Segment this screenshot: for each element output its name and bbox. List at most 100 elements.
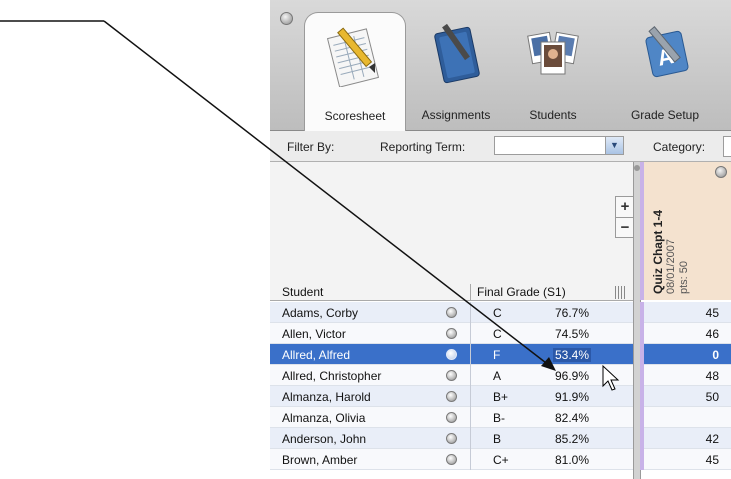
student-name: Allred, Christopher	[282, 369, 382, 383]
toolbar-collapse-button[interactable]	[280, 12, 293, 25]
final-grade-cell[interactable]: A 96.9%	[470, 365, 633, 386]
grade-percent: 81.0%	[555, 453, 590, 467]
category-select[interactable]	[723, 136, 731, 157]
student-cell[interactable]: Allred, Alfred	[270, 344, 470, 365]
tab-assignments[interactable]: Assignments	[406, 12, 506, 130]
letter-grade: B-	[493, 411, 505, 425]
grade-percent: 82.4%	[555, 411, 590, 425]
score-value: 45	[705, 306, 719, 320]
tab-grade-setup-label: Grade Setup	[630, 108, 700, 122]
reporting-term-label: Reporting Term:	[380, 140, 466, 154]
filter-bar: Filter By: Reporting Term: ▼ Category:	[270, 131, 731, 162]
table-row[interactable]: Almanza, Olivia B- 82.4%	[270, 407, 731, 428]
row-divider	[270, 469, 470, 470]
student-info-button[interactable]	[446, 328, 457, 339]
letter-grade: F	[493, 348, 501, 362]
chevron-down-icon[interactable]: ▼	[605, 137, 623, 154]
grid-header-area: + −	[270, 162, 638, 285]
final-grade-cell[interactable]: C 74.5%	[470, 323, 633, 344]
student-name: Anderson, John	[282, 432, 367, 446]
grade-percent: 85.2%	[555, 432, 590, 446]
final-grade-cell[interactable]: C 76.7%	[470, 302, 633, 323]
score-value: 48	[705, 369, 719, 383]
student-info-button[interactable]	[446, 349, 457, 360]
student-info-button[interactable]	[446, 307, 457, 318]
score-value: 0	[712, 348, 719, 362]
score-value: 45	[705, 453, 719, 467]
score-value: 42	[705, 432, 719, 446]
student-info-button[interactable]	[446, 433, 457, 444]
grade-percent: 74.5%	[555, 327, 590, 341]
score-cell[interactable]	[640, 407, 731, 428]
table-row[interactable]: Allen, Victor C 74.5% 46	[270, 323, 731, 344]
grade-percent: 53.4%	[553, 348, 592, 362]
zoom-out-button[interactable]: −	[616, 217, 634, 238]
table-row[interactable]: Anderson, John B 85.2% 42	[270, 428, 731, 449]
letter-grade: A	[493, 369, 502, 383]
table-row[interactable]: Allred, Christopher A 96.9% 48	[270, 365, 731, 386]
letter-grade: B+	[493, 390, 509, 404]
grade-setup-icon: A	[645, 26, 689, 78]
assignment-points: pts: 50	[678, 260, 690, 294]
student-cell[interactable]: Adams, Corby	[270, 302, 470, 323]
table-row[interactable]: Allred, Alfred F 53.4% 0	[270, 344, 731, 365]
student-info-button[interactable]	[446, 412, 457, 423]
student-name: Brown, Amber	[282, 453, 358, 467]
table-row[interactable]: Brown, Amber C+ 81.0% 45	[270, 449, 731, 470]
tab-students[interactable]: Students	[510, 12, 596, 130]
student-cell[interactable]: Almanza, Olivia	[270, 407, 470, 428]
student-name: Adams, Corby	[282, 306, 359, 320]
score-cell[interactable]: 50	[640, 386, 731, 407]
score-value: 50	[705, 390, 719, 404]
score-cell[interactable]: 0	[640, 344, 731, 365]
grade-percent: 96.9%	[555, 369, 590, 383]
student-name: Allen, Victor	[282, 327, 346, 341]
tab-scoresheet[interactable]: Scoresheet	[304, 12, 406, 131]
row-divider	[471, 469, 633, 470]
student-cell[interactable]: Allen, Victor	[270, 323, 470, 344]
assignment-header-text: Quiz Chapt 1-4 08/01/2007 pts: 50	[651, 209, 691, 294]
collapse-icon[interactable]	[715, 166, 727, 178]
student-name: Almanza, Olivia	[282, 411, 366, 425]
zoom-controls: + −	[615, 196, 635, 238]
student-cell[interactable]: Brown, Amber	[270, 449, 470, 470]
reporting-term-select[interactable]: ▼	[494, 136, 624, 155]
score-value: 46	[705, 327, 719, 341]
table-row[interactable]: Almanza, Harold B+ 91.9% 50	[270, 386, 731, 407]
student-cell[interactable]: Almanza, Harold	[270, 386, 470, 407]
student-info-button[interactable]	[446, 391, 457, 402]
tab-students-label: Students	[529, 108, 577, 122]
student-info-button[interactable]	[446, 454, 457, 465]
student-cell[interactable]: Anderson, John	[270, 428, 470, 449]
student-info-button[interactable]	[446, 370, 457, 381]
letter-grade: C	[493, 306, 502, 320]
main-toolbar: Scoresheet Assignments Students A Grade …	[270, 0, 731, 131]
score-cell[interactable]: 42	[640, 428, 731, 449]
assignment-title: Quiz Chapt 1-4	[651, 209, 665, 294]
grade-percent: 76.7%	[555, 306, 590, 320]
final-grade-cell[interactable]: C+ 81.0%	[470, 449, 633, 470]
letter-grade: C+	[493, 453, 509, 467]
assignment-column-header[interactable]: Quiz Chapt 1-4 08/01/2007 pts: 50	[640, 162, 731, 300]
score-cell[interactable]: 46	[640, 323, 731, 344]
students-icon	[527, 31, 579, 75]
score-cell[interactable]: 45	[640, 302, 731, 323]
student-name: Allred, Alfred	[282, 348, 351, 362]
final-grade-cell[interactable]: B 85.2%	[470, 428, 633, 449]
column-resize-grip-icon[interactable]	[615, 286, 625, 299]
score-cell[interactable]: 48	[640, 365, 731, 386]
table-row[interactable]: Adams, Corby C 76.7% 45	[270, 302, 731, 323]
final-grade-column-header[interactable]: Final Grade (S1)	[470, 284, 633, 301]
row-divider	[644, 469, 731, 470]
student-cell[interactable]: Allred, Christopher	[270, 365, 470, 386]
zoom-in-button[interactable]: +	[616, 197, 634, 217]
score-cell[interactable]: 45	[640, 449, 731, 470]
student-column-header[interactable]: Student	[270, 284, 470, 301]
tab-scoresheet-label: Scoresheet	[324, 109, 386, 123]
tab-grade-setup[interactable]: A Grade Setup	[610, 12, 720, 130]
final-grade-cell[interactable]: B+ 91.9%	[470, 386, 633, 407]
final-grade-cell[interactable]: B- 82.4%	[470, 407, 633, 428]
final-grade-cell[interactable]: F 53.4%	[470, 344, 633, 365]
final-grade-header-label: Final Grade (S1)	[477, 285, 566, 299]
filter-by-label: Filter By:	[287, 140, 335, 154]
